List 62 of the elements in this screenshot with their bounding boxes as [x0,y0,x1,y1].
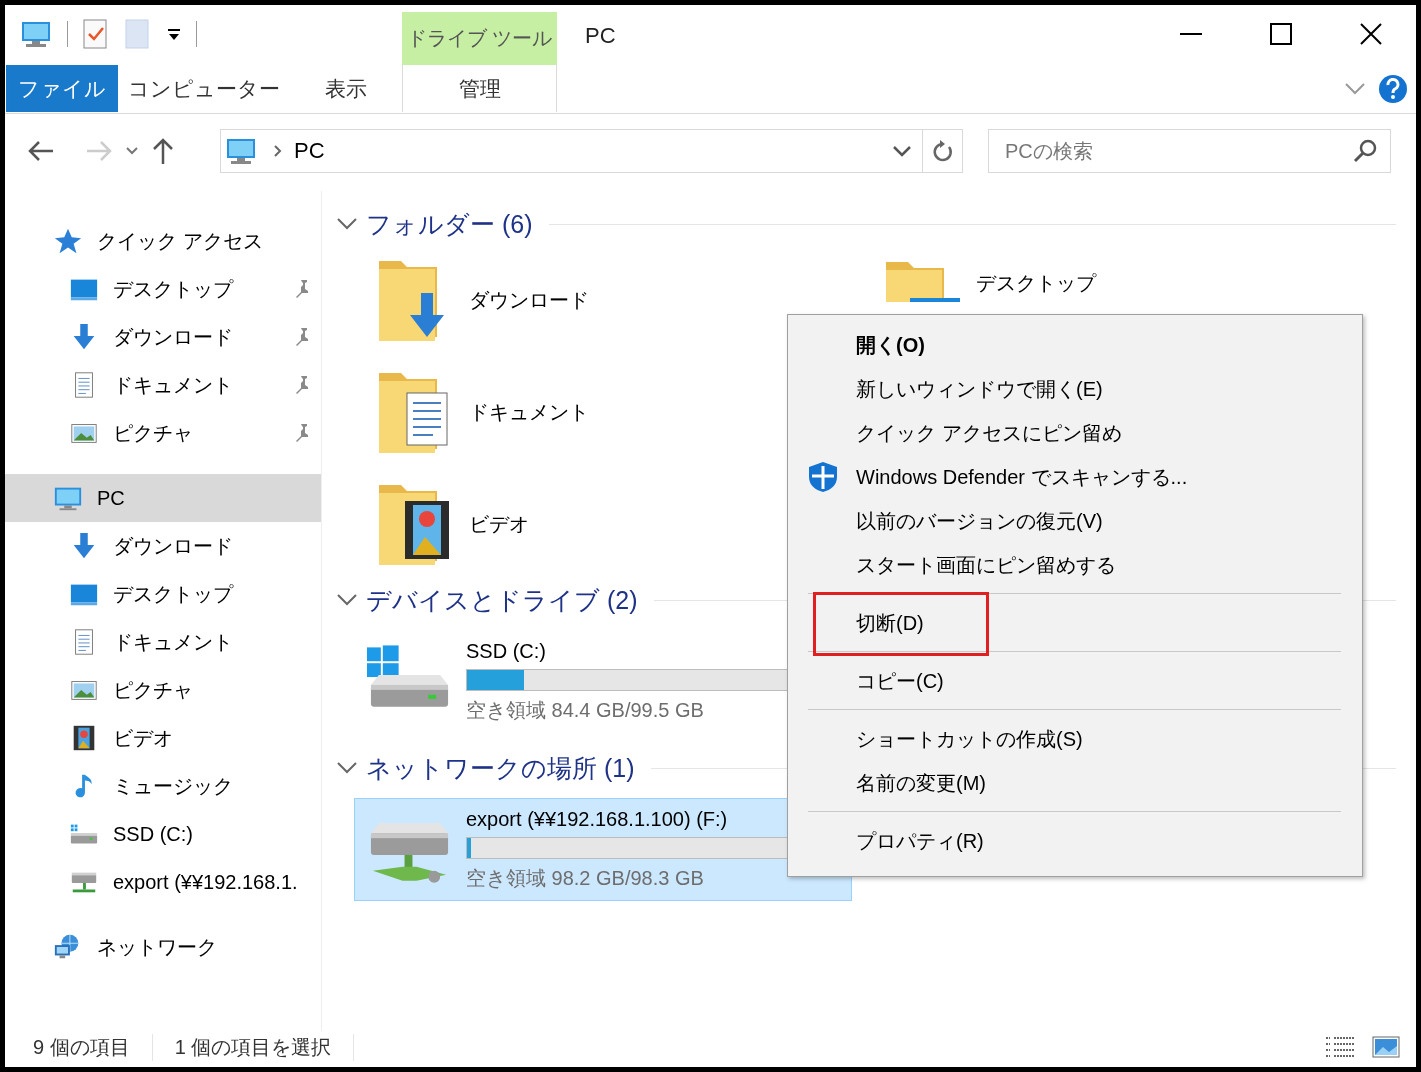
free-space-text: 空き領域 98.2 GB/98.3 GB [466,865,705,891]
status-text: 9 個の項目 [5,1033,153,1061]
nav-item[interactable]: ダウンロード [5,313,321,361]
ribbon-tab[interactable]: ファイル [6,65,118,112]
drive-name: SSD (C:) [466,639,547,663]
group-header: ネットワークの場所 (1) [366,752,635,784]
menu-item[interactable]: クイック アクセスにピン留め [788,411,1362,455]
maximize-icon [1270,23,1292,45]
address-bar[interactable]: PC [220,129,963,173]
contextual-tab-group: ドライブ ツール [402,12,557,65]
nav-item[interactable]: ピクチャ [5,409,321,457]
nav-item[interactable]: SSD (C:) [5,810,321,858]
nav-item[interactable]: ミュージック [5,762,321,810]
chevron-down-icon[interactable] [125,146,139,156]
minimize-icon [1180,33,1202,35]
nav-item[interactable]: PC [5,474,321,522]
address-path: PC [294,138,325,164]
nav-item[interactable]: ドキュメント [5,361,321,409]
shield-icon [807,461,839,493]
details-list-icon [1324,1035,1356,1059]
menu-item[interactable]: コピー(C) [788,659,1362,703]
nav-item[interactable]: ビデオ [5,714,321,762]
chevron-down-icon[interactable] [336,593,358,607]
ribbon-tab[interactable]: 管理 [402,65,557,112]
help-icon[interactable] [1378,74,1408,104]
back-arrow-icon[interactable] [27,139,55,163]
drive-name: export (¥¥192.168.1.100) (F:) [466,807,729,831]
picture-icon [1372,1035,1400,1059]
close-icon [1360,23,1382,45]
dropdown-icon[interactable] [166,26,182,42]
menu-item[interactable]: Windows Defender でスキャンする... [788,455,1362,499]
group-header: フォルダー (6) [366,208,533,240]
ribbon-tab[interactable]: コンピューター [118,65,290,112]
chevron-down-icon[interactable] [892,144,912,158]
search-field[interactable]: PCの検索 [988,129,1391,173]
menu-item[interactable]: 以前のバージョンの復元(V) [788,499,1362,543]
nav-item[interactable]: export (¥¥192.168.1. [5,858,321,906]
status-text: 1 個の項目を選択 [152,1033,355,1061]
nav-item[interactable]: クイック アクセス [5,217,321,265]
menu-item[interactable]: スタート画面にピン留めする [788,543,1362,587]
ribbon-tab[interactable]: 表示 [290,65,402,112]
nav-item[interactable]: ドキュメント [5,618,321,666]
chevron-down-icon[interactable] [336,217,358,231]
up-arrow-icon[interactable] [151,137,175,165]
nav-item[interactable]: ダウンロード [5,522,321,570]
chevron-down-icon[interactable] [336,761,358,775]
menu-item[interactable]: 切断(D) [788,601,1362,645]
drive-tile[interactable]: export (¥¥192.168.1.100) (F:) 空き領域 98.2 GB/98.3 GB [354,798,852,901]
menu-item[interactable]: 新しいウィンドウで開く(E) [788,367,1362,411]
refresh-icon [931,139,954,163]
group-header: デバイスとドライブ (2) [366,584,638,616]
menu-item[interactable]: 開く(O) [788,323,1362,367]
search-icon[interactable] [1353,138,1379,164]
menu-item[interactable]: ショートカットの作成(S) [788,717,1362,761]
nav-item[interactable]: ネットワーク [5,923,321,971]
window-title: PC [585,23,616,49]
nav-item[interactable]: デスクトップ [5,570,321,618]
free-space-text: 空き領域 84.4 GB/99.5 GB [466,697,705,723]
chevron-right-icon [272,144,284,158]
nav-item[interactable]: デスクトップ [5,265,321,313]
nav-item[interactable]: ピクチャ [5,666,321,714]
checklist-icon[interactable] [82,18,110,50]
